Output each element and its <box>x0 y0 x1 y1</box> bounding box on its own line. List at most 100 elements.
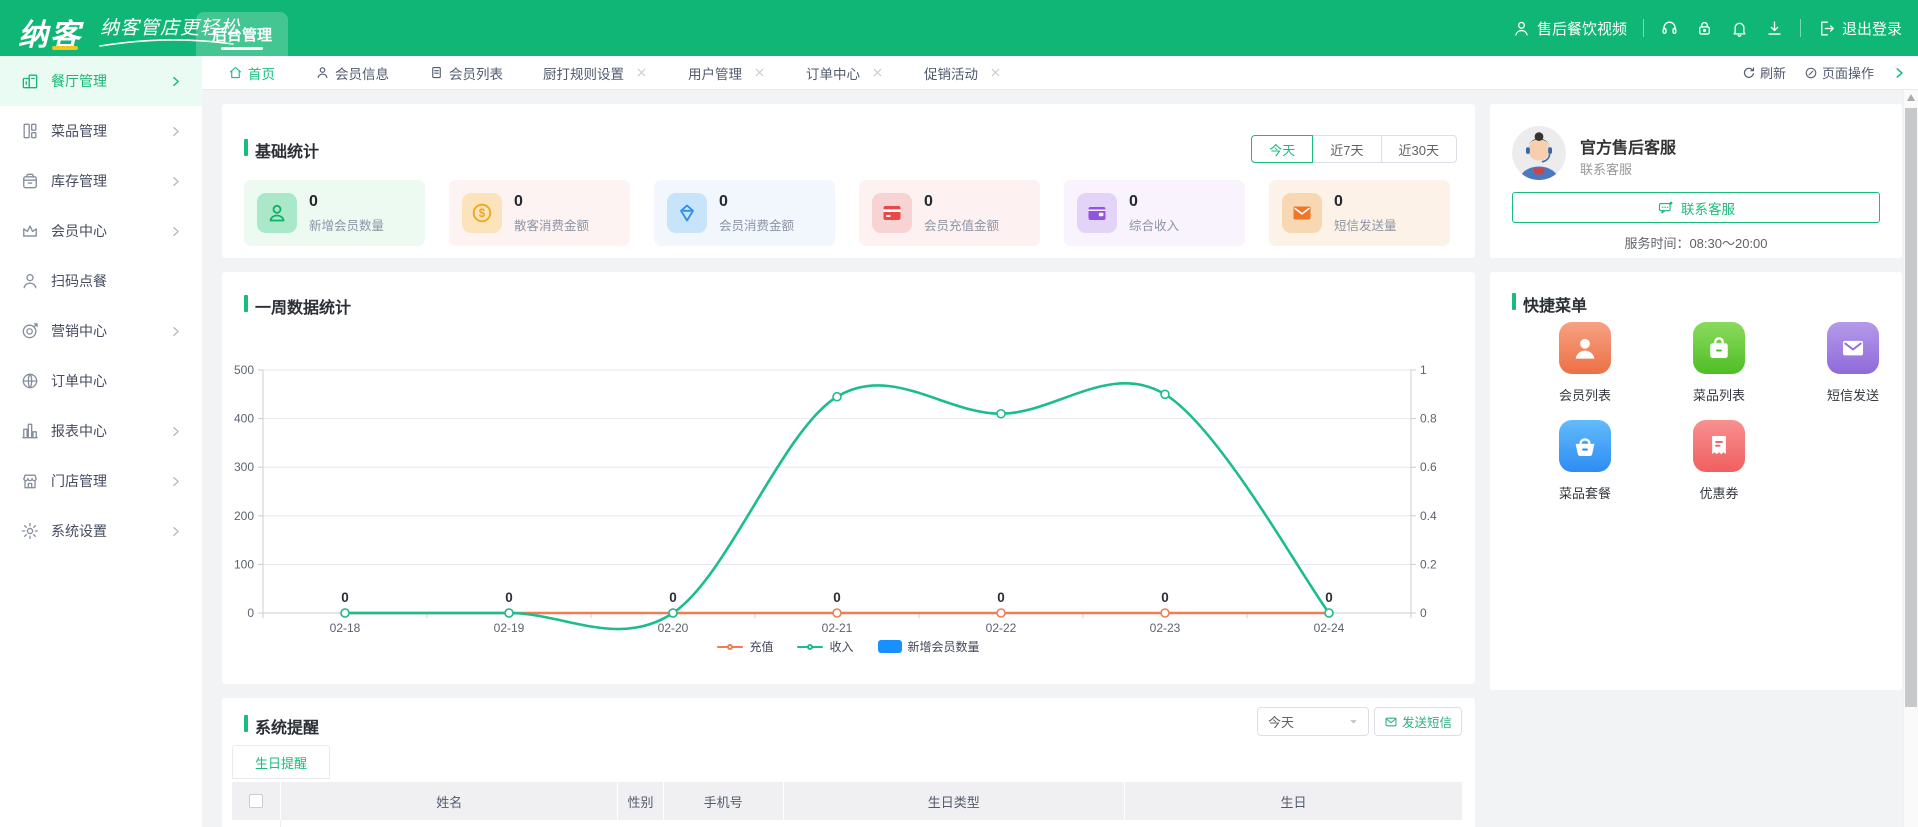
tab-promotion[interactable]: 促销活动 <box>924 63 1002 83</box>
aftersale-video-label: 售后餐饮视频 <box>1536 20 1627 38</box>
scrollbar-up-arrow[interactable] <box>1907 94 1915 101</box>
chat-icon <box>1657 199 1674 216</box>
stat-value: 0 <box>309 192 318 210</box>
page-ops-button[interactable]: 页面操作 <box>1804 63 1874 82</box>
lock-icon[interactable] <box>1695 19 1714 38</box>
sidebar-item-store-management[interactable]: 门店管理 <box>0 456 202 506</box>
filter-last30-button[interactable]: 近30天 <box>1380 135 1457 163</box>
stat-card-0: 0 新增会员数量 <box>244 180 425 246</box>
close-icon[interactable] <box>871 66 884 79</box>
user-icon <box>315 65 330 80</box>
quick-item-coupon[interactable]: 优惠券 <box>1652 416 1786 502</box>
sidebar-item-label: 系统设置 <box>51 523 107 539</box>
system-reminder-title: 系统提醒 <box>244 714 319 738</box>
tab-user-management[interactable]: 用户管理 <box>688 63 766 83</box>
customer-service-panel: 官方售后客服 联系客服 联系客服 服务时间：08:30～20:00 <box>1490 104 1902 258</box>
sidebar-item-marketing-center[interactable]: 营销中心 <box>0 306 202 356</box>
tab-order-center[interactable]: 订单中心 <box>806 63 884 83</box>
system-reminder-panel: 系统提醒 今天 发送短信 生日提醒 姓名 性别 手机号 生日类型 生日 <box>222 698 1475 827</box>
close-icon[interactable] <box>989 66 1002 79</box>
legend-item-充值[interactable]: 充值 <box>717 638 773 655</box>
quick-item-member-list[interactable]: 会员列表 <box>1518 318 1652 404</box>
svg-text:0: 0 <box>341 590 349 605</box>
close-icon[interactable] <box>635 66 648 79</box>
chevron-right-icon <box>169 425 182 438</box>
aftersale-video-link[interactable]: 售后餐饮视频 <box>1512 18 1627 39</box>
chevron-right-icon <box>169 525 182 538</box>
legend-bar-swatch <box>877 640 902 653</box>
filter-today-button[interactable]: 今天 <box>1251 135 1314 163</box>
backend-management-tab[interactable]: 后台管理 <box>196 12 289 56</box>
stat-card-3: 0 会员充值金额 <box>859 180 1040 246</box>
refresh-button[interactable]: 刷新 <box>1742 63 1786 82</box>
chevron-right-icon <box>169 325 182 338</box>
quick-item-dish-list[interactable]: 菜品列表 <box>1652 318 1786 404</box>
restaurant-icon <box>20 71 40 91</box>
svg-text:02-21: 02-21 <box>822 621 853 635</box>
backend-tab-label: 后台管理 <box>212 26 273 44</box>
stat-card-5: 0 短信发送量 <box>1269 180 1450 246</box>
svg-text:200: 200 <box>234 509 254 523</box>
quick-item-sms-send[interactable]: 短信发送 <box>1786 318 1918 404</box>
chevron-right-icon[interactable] <box>1892 66 1906 80</box>
sidebar-item-restaurant-management[interactable]: 餐厅管理 <box>0 56 202 106</box>
tab-member-list[interactable]: 会员列表 <box>429 63 503 83</box>
sidebar-item-label: 餐厅管理 <box>51 73 107 89</box>
legend-item-新增会员数量[interactable]: 新增会员数量 <box>877 638 980 655</box>
send-sms-button[interactable]: 发送短信 <box>1373 707 1462 736</box>
svg-text:0.4: 0.4 <box>1420 509 1437 523</box>
scrollbar-thumb[interactable] <box>1905 108 1917 707</box>
svg-text:0: 0 <box>505 590 513 605</box>
sidebar-item-system-settings[interactable]: 系统设置 <box>0 506 202 556</box>
stat-card-1: $0 散客消费金额 <box>449 180 630 246</box>
basic-stats-title: 基础统计 <box>244 138 319 162</box>
stat-card-2: 0 会员消费金额 <box>654 180 835 246</box>
table-header-1: 性别 <box>618 782 664 820</box>
sidebar-item-member-center[interactable]: 会员中心 <box>0 206 202 256</box>
headset-icon[interactable] <box>1660 19 1679 38</box>
tab-label: 厨打规则设置 <box>543 66 624 82</box>
contact-service-label: 联系客服 <box>1681 201 1735 217</box>
sidebar-item-inventory-management[interactable]: 库存管理 <box>0 156 202 206</box>
tab-tools: 刷新 页面操作 <box>1742 63 1906 82</box>
table-header-4: 生日 <box>1280 794 1307 810</box>
legend-item-收入[interactable]: 收入 <box>797 638 854 655</box>
topbar: 纳客 纳客管店更轻松 后台管理 售后餐饮视频 退出登录 <box>0 0 1918 56</box>
sidebar-item-dish-management[interactable]: 菜品管理 <box>0 106 202 156</box>
reminder-table-header: 姓名 性别 手机号 生日类型 生日 <box>232 782 1462 820</box>
chart-legend: 充值 收入 新增会员数量 <box>222 638 1475 655</box>
send-sms-label: 发送短信 <box>1401 716 1452 730</box>
contact-service-button[interactable]: 联系客服 <box>1512 192 1880 223</box>
sidebar: 餐厅管理菜品管理 库存管理 会员中心 扫码点餐 营销中心 订单中心 报表中心 门店管理系统设置 <box>0 56 202 827</box>
select-all-checkbox[interactable] <box>249 794 264 808</box>
svg-text:02-18: 02-18 <box>330 621 361 635</box>
quick-item-dish-combo[interactable]: 菜品套餐 <box>1518 416 1652 502</box>
tab-label: 会员信息 <box>335 66 389 82</box>
tab-kitchen-print-rules[interactable]: 厨打规则设置 <box>543 63 648 83</box>
gear-icon <box>20 521 40 541</box>
sidebar-item-report-center[interactable]: 报表中心 <box>0 406 202 456</box>
reminder-date-select[interactable]: 今天 <box>1257 707 1369 736</box>
svg-text:0: 0 <box>1161 590 1169 605</box>
user-icon <box>1512 19 1531 38</box>
dishes-icon <box>20 121 40 141</box>
svg-text:02-22: 02-22 <box>986 621 1017 635</box>
birthday-reminder-tab[interactable]: 生日提醒 <box>232 745 331 779</box>
download-icon[interactable] <box>1765 19 1784 38</box>
sidebar-item-order-center[interactable]: 订单中心 <box>0 356 202 406</box>
bell-icon[interactable] <box>1730 19 1749 38</box>
weekly-stats-panel: 一周数据统计 0 100 200 300 400 500 0 0.2 0.4 0.6 0.8 1 02-… <box>222 272 1475 684</box>
crown-icon <box>20 221 40 241</box>
service-subtitle: 联系客服 <box>1580 162 1633 177</box>
svg-text:0: 0 <box>247 606 254 620</box>
stat-value: 0 <box>514 192 523 210</box>
logout-button[interactable]: 退出登录 <box>1817 18 1902 39</box>
tab-home[interactable]: 首页 <box>228 63 275 83</box>
filter-last7-button[interactable]: 近7天 <box>1312 135 1382 163</box>
chevron-right-icon <box>169 225 182 238</box>
svg-text:300: 300 <box>234 460 254 474</box>
table-header-3: 生日类型 <box>784 782 1125 820</box>
sidebar-item-scan-order[interactable]: 扫码点餐 <box>0 256 202 306</box>
tab-member-info[interactable]: 会员信息 <box>315 63 389 83</box>
close-icon[interactable] <box>753 66 766 79</box>
